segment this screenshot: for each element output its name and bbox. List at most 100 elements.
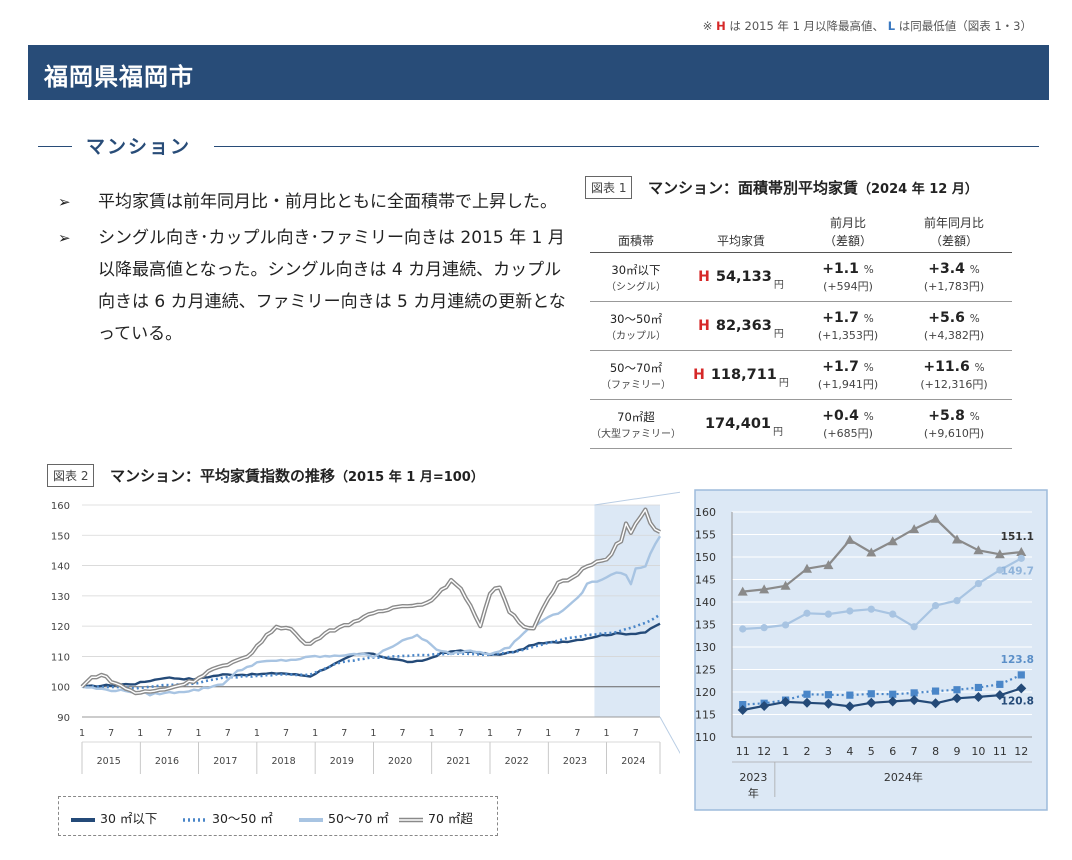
legend-swatch-70-over: [399, 817, 423, 822]
cell-rent: H 54,133円: [682, 252, 800, 302]
x-month-label: 8: [932, 745, 939, 758]
legend-label: 50～70 ㎡: [328, 811, 389, 826]
cell-mom: +1.7 % (+1,941円): [800, 350, 896, 400]
cell-band: 50～70㎡ （ファミリー）: [590, 350, 682, 400]
end-value-label: 151.1: [1001, 531, 1034, 543]
fig2-title-sub: （2015 年 1 月=100）: [335, 470, 484, 485]
cell-band: 30～50㎡ （カップル）: [590, 301, 682, 351]
summary-bullets: ➢ 平均家賃は前年同月比・前月比ともに全面積帯で上昇した。 ➢ シングル向き･カ…: [58, 186, 568, 354]
x-year-label: 2024年: [884, 770, 923, 784]
x-month-label: 12: [1014, 745, 1028, 758]
section-title: マンション: [86, 136, 192, 158]
x-month-label: 1: [604, 728, 610, 739]
data-point: [889, 610, 897, 618]
zoom-line-chart: 11011512012513013514014515015516011 12 1 2 3…: [694, 489, 1048, 811]
data-point: [867, 690, 875, 698]
cell-rent: 174,401円: [682, 399, 800, 449]
x-year-label: 2021: [446, 756, 470, 767]
data-point: [824, 610, 833, 618]
y-tick-label: 100: [51, 683, 70, 694]
table-header-row: 面積帯 平均家賃 前月比 （差額） 前年同月比 （差額）: [590, 214, 1012, 253]
cell-yoy: +5.8 % (+9,610円): [896, 399, 1012, 449]
table-row: 70㎡超 （大型ファミリー） 174,401円 +0.4 % (+685円) +5.8 %…: [590, 399, 1012, 449]
bullet-marker: ➢: [58, 229, 71, 247]
x-year-label: 2020: [388, 756, 412, 767]
y-tick-label: 145: [695, 574, 716, 587]
y-tick-label: 130: [695, 641, 716, 654]
x-month-label: 1: [137, 728, 143, 739]
data-point: [846, 607, 854, 615]
cell-band: 70㎡超 （大型ファミリー）: [590, 399, 682, 449]
data-point: [931, 602, 940, 610]
city-title: 福岡県福岡市: [44, 63, 194, 91]
fig2-title: マンション：平均家賃指数の推移（2015 年 1 月=100）: [110, 465, 484, 486]
y-tick-label: 140: [51, 562, 70, 573]
high-mark: H: [693, 367, 705, 383]
note-mid: は 2015 年 1 月以降最高値、: [729, 19, 885, 33]
section-divider-left: [38, 146, 72, 147]
header-rent: 平均家賃: [682, 214, 800, 253]
x-month-label: 7: [574, 728, 580, 739]
y-tick-label: 110: [51, 652, 70, 663]
x-year-label: 2022: [505, 756, 529, 767]
table-row: 30～50㎡ （カップル） H 82,363円 +1.7 % (+1,353円) +5.6 …: [590, 301, 1012, 351]
x-month-label: 12: [757, 745, 771, 758]
zoom-highlight-region: [594, 505, 660, 717]
data-point: [974, 683, 983, 692]
x-month-label: 9: [954, 745, 961, 758]
data-point: [910, 623, 918, 631]
data-point: [974, 579, 983, 588]
y-tick-label: 135: [695, 619, 716, 632]
data-point: [824, 691, 833, 699]
x-year-label: 2017: [213, 756, 237, 767]
end-value-label: 123.8: [1001, 654, 1034, 666]
header-yoy: 前年同月比 （差額）: [896, 214, 1012, 253]
note-l-mark: L: [887, 19, 896, 33]
section-divider-right: [214, 146, 1039, 147]
y-tick-label: 155: [695, 529, 716, 542]
data-point: [953, 686, 961, 694]
cell-rent: H 118,711円: [682, 350, 800, 400]
fig1-title-sub: （2024 年 12 月）: [858, 182, 978, 197]
top-note: ※ H は 2015 年 1 月以降最高値、 L は同最低値（図表 1・3）: [703, 18, 1032, 34]
header-band: 面積帯: [590, 214, 682, 253]
legend-label: 30～50 ㎡: [212, 811, 273, 826]
y-tick-label: 120: [51, 622, 70, 633]
table-row: 50～70㎡ （ファミリー） H 118,711円 +1.7 % (+1,941円) +11…: [590, 350, 1012, 400]
x-month-label: 7: [458, 728, 464, 739]
x-month-label: 1: [545, 728, 551, 739]
cell-mom: +0.4 % (+685円): [800, 399, 896, 449]
fig1-label: 図表 1: [585, 176, 633, 199]
legend-item: 30～50 ㎡: [183, 808, 273, 827]
data-point: [931, 687, 940, 695]
x-month-label: 7: [400, 728, 406, 739]
data-point: [1017, 554, 1025, 562]
high-mark: H: [698, 269, 710, 285]
x-month-label: 1: [79, 728, 85, 739]
data-point: [739, 625, 747, 633]
x-month-label: 1: [487, 728, 493, 739]
data-point: [996, 680, 1004, 688]
data-point: [803, 690, 811, 698]
x-year-label: 2019: [330, 756, 354, 767]
zoom-connector: [594, 491, 680, 506]
x-month-label: 7: [166, 728, 172, 739]
y-tick-label: 160: [51, 501, 70, 512]
table-row: 30㎡以下 （シングル） H 54,133円 +1.1 % (+594円) +3.4 % (+…: [590, 252, 1012, 302]
legend-label: 30 ㎡以下: [100, 811, 158, 826]
cell-mom: +1.1 % (+594円): [800, 252, 896, 302]
legend-label: 70 ㎡超: [428, 811, 473, 826]
high-mark: H: [698, 318, 710, 334]
cell-band: 30㎡以下 （シングル）: [590, 252, 682, 302]
bullet-text: 平均家賃は前年同月比・前月比ともに全面積帯で上昇した。: [98, 192, 557, 212]
y-tick-label: 90: [57, 713, 70, 724]
x-month-label: 1: [254, 728, 260, 739]
x-year-label: 2015: [97, 756, 121, 767]
data-point: [760, 624, 768, 632]
data-point: [953, 597, 961, 605]
x-year-label: 2023: [563, 756, 587, 767]
y-tick-label: 130: [51, 592, 70, 603]
city-header: 福岡県福岡市: [28, 45, 1049, 100]
x-year-label: 2024: [621, 756, 645, 767]
y-tick-label: 110: [695, 731, 716, 744]
